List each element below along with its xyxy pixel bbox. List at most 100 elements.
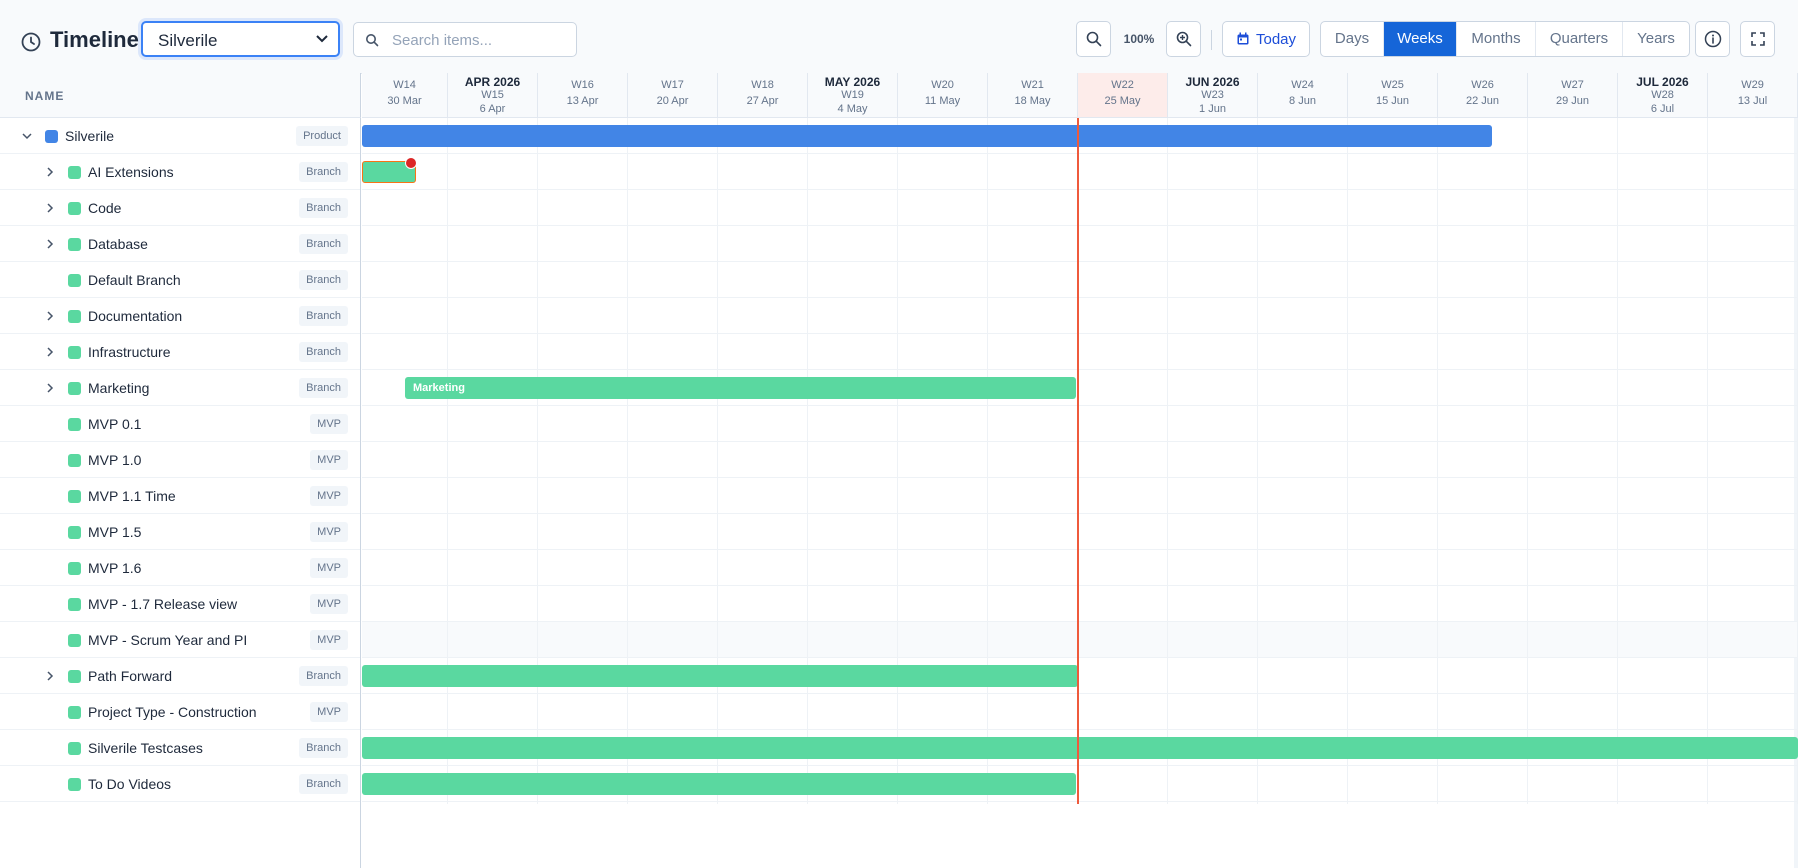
tree-row[interactable]: AI Extensions Branch [0, 154, 360, 190]
timeline-bar[interactable]: Marketing [405, 377, 1077, 399]
item-name: Default Branch [88, 272, 181, 288]
timeline-row [362, 154, 1798, 190]
week-number: W24 [1291, 79, 1314, 91]
search-input[interactable] [390, 29, 574, 51]
week-column-header: W29 13 Jul [1708, 73, 1798, 117]
tree-row[interactable]: MVP 1.6 MVP [0, 550, 360, 586]
week-number: W22 [1111, 79, 1134, 91]
tree-row[interactable]: MVP 1.0 MVP [0, 442, 360, 478]
tree-row[interactable]: Default Branch Branch [0, 262, 360, 298]
week-column-header: MAY 2026 W19 4 May [808, 73, 898, 117]
search-icon [366, 34, 379, 47]
timeline-row [362, 190, 1798, 226]
week-grid-line [627, 118, 628, 804]
week-column-header: W20 11 May [898, 73, 988, 117]
fullscreen-icon [1750, 32, 1765, 46]
tree-row[interactable]: MVP 0.1 MVP [0, 406, 360, 442]
item-color-dot [68, 274, 81, 287]
zoom-in-button[interactable] [1166, 21, 1201, 57]
tree-row[interactable]: Silverile Testcases Branch [0, 730, 360, 766]
timeline-grid: Marketing [362, 118, 1798, 868]
today-button[interactable]: Today [1222, 21, 1310, 57]
week-grid-line [1617, 118, 1618, 804]
timeline-row [362, 694, 1798, 730]
week-number: W16 [571, 79, 594, 91]
item-color-dot [68, 634, 81, 647]
timeline-row [362, 226, 1798, 262]
item-type-badge: Branch [299, 162, 348, 182]
chevron-right-icon[interactable] [44, 202, 56, 214]
week-column-header: W18 27 Apr [718, 73, 808, 117]
tree-row[interactable]: Path Forward Branch [0, 658, 360, 694]
week-number: W17 [661, 79, 684, 91]
chevron-right-icon[interactable] [44, 166, 56, 178]
tree-row[interactable]: MVP 1.5 MVP [0, 514, 360, 550]
tree-row[interactable]: MVP - 1.7 Release view MVP [0, 586, 360, 622]
item-name: MVP 1.0 [88, 452, 142, 468]
week-start-date: 6 Jul [1650, 103, 1675, 115]
view-years-button[interactable]: Years [1623, 22, 1689, 56]
view-quarters-button[interactable]: Quarters [1536, 22, 1623, 56]
tree-row[interactable]: Database Branch [0, 226, 360, 262]
fullscreen-button[interactable] [1740, 21, 1775, 57]
timeline-bar[interactable] [362, 125, 1492, 147]
zoom-out-button[interactable] [1076, 21, 1111, 57]
calendar-icon [1237, 32, 1249, 45]
week-start-date: 15 Jun [1375, 95, 1410, 107]
tree-row[interactable]: MVP 1.1 Time MVP [0, 478, 360, 514]
item-color-dot [45, 130, 58, 143]
toolbar-divider [1211, 30, 1212, 50]
view-months-button[interactable]: Months [1457, 22, 1536, 56]
view-weeks-button[interactable]: Weeks [1384, 22, 1457, 56]
item-color-dot [68, 346, 81, 359]
item-type-badge: Branch [299, 666, 348, 686]
item-color-dot [68, 418, 81, 431]
item-color-dot [68, 490, 81, 503]
timeline-bar[interactable] [362, 737, 1798, 759]
tree-row[interactable]: Code Branch [0, 190, 360, 226]
item-type-badge: MVP [310, 486, 348, 506]
timeline-row [362, 514, 1798, 550]
chevron-down-icon[interactable] [21, 130, 33, 142]
month-label: JUL 2026 [1636, 75, 1689, 89]
clock-icon [21, 32, 41, 52]
month-label: JUN 2026 [1185, 75, 1240, 89]
info-icon [1704, 30, 1721, 48]
view-days-button[interactable]: Days [1321, 22, 1384, 56]
week-start-date: 13 Jul [1737, 95, 1768, 107]
view-mode-switcher: Days Weeks Months Quarters Years [1320, 21, 1690, 57]
timeline-bar[interactable] [362, 157, 418, 183]
item-type-badge: Branch [299, 270, 348, 290]
item-type-badge: Branch [299, 774, 348, 794]
item-color-dot [68, 706, 81, 719]
tree-row[interactable]: Project Type - Construction MVP [0, 694, 360, 730]
item-type-badge: MVP [310, 630, 348, 650]
timeline-row [362, 550, 1798, 586]
product-select[interactable]: Silverile [141, 21, 340, 57]
tree-row[interactable]: To Do Videos Branch [0, 766, 360, 802]
timeline-row [362, 262, 1798, 298]
tree-row[interactable]: MVP - Scrum Year and PI MVP [0, 622, 360, 658]
name-column-title: NAME [25, 89, 65, 103]
chevron-right-icon[interactable] [44, 670, 56, 682]
chevron-right-icon[interactable] [44, 382, 56, 394]
search-box[interactable] [353, 22, 577, 57]
timeline-bar[interactable] [362, 773, 1077, 795]
tree-row[interactable]: Marketing Branch [0, 370, 360, 406]
week-number: W27 [1561, 79, 1584, 91]
chevron-right-icon[interactable] [44, 346, 56, 358]
chevron-right-icon[interactable] [44, 238, 56, 250]
week-column-header: JUN 2026 W23 1 Jun [1168, 73, 1258, 117]
week-number: W28 [1651, 89, 1674, 101]
chevron-right-icon[interactable] [44, 310, 56, 322]
tree-row[interactable]: Documentation Branch [0, 298, 360, 334]
dependency-marker[interactable] [405, 157, 418, 169]
tree-row[interactable]: Infrastructure Branch [0, 334, 360, 370]
month-label: MAY 2026 [824, 75, 881, 89]
tree-row[interactable]: Silverile Product [0, 118, 360, 154]
timeline-bar[interactable] [362, 665, 1078, 687]
item-name: Silverile Testcases [88, 740, 203, 756]
item-color-dot [68, 778, 81, 791]
info-button[interactable] [1695, 21, 1730, 57]
week-start-date: 18 May [1014, 95, 1051, 107]
